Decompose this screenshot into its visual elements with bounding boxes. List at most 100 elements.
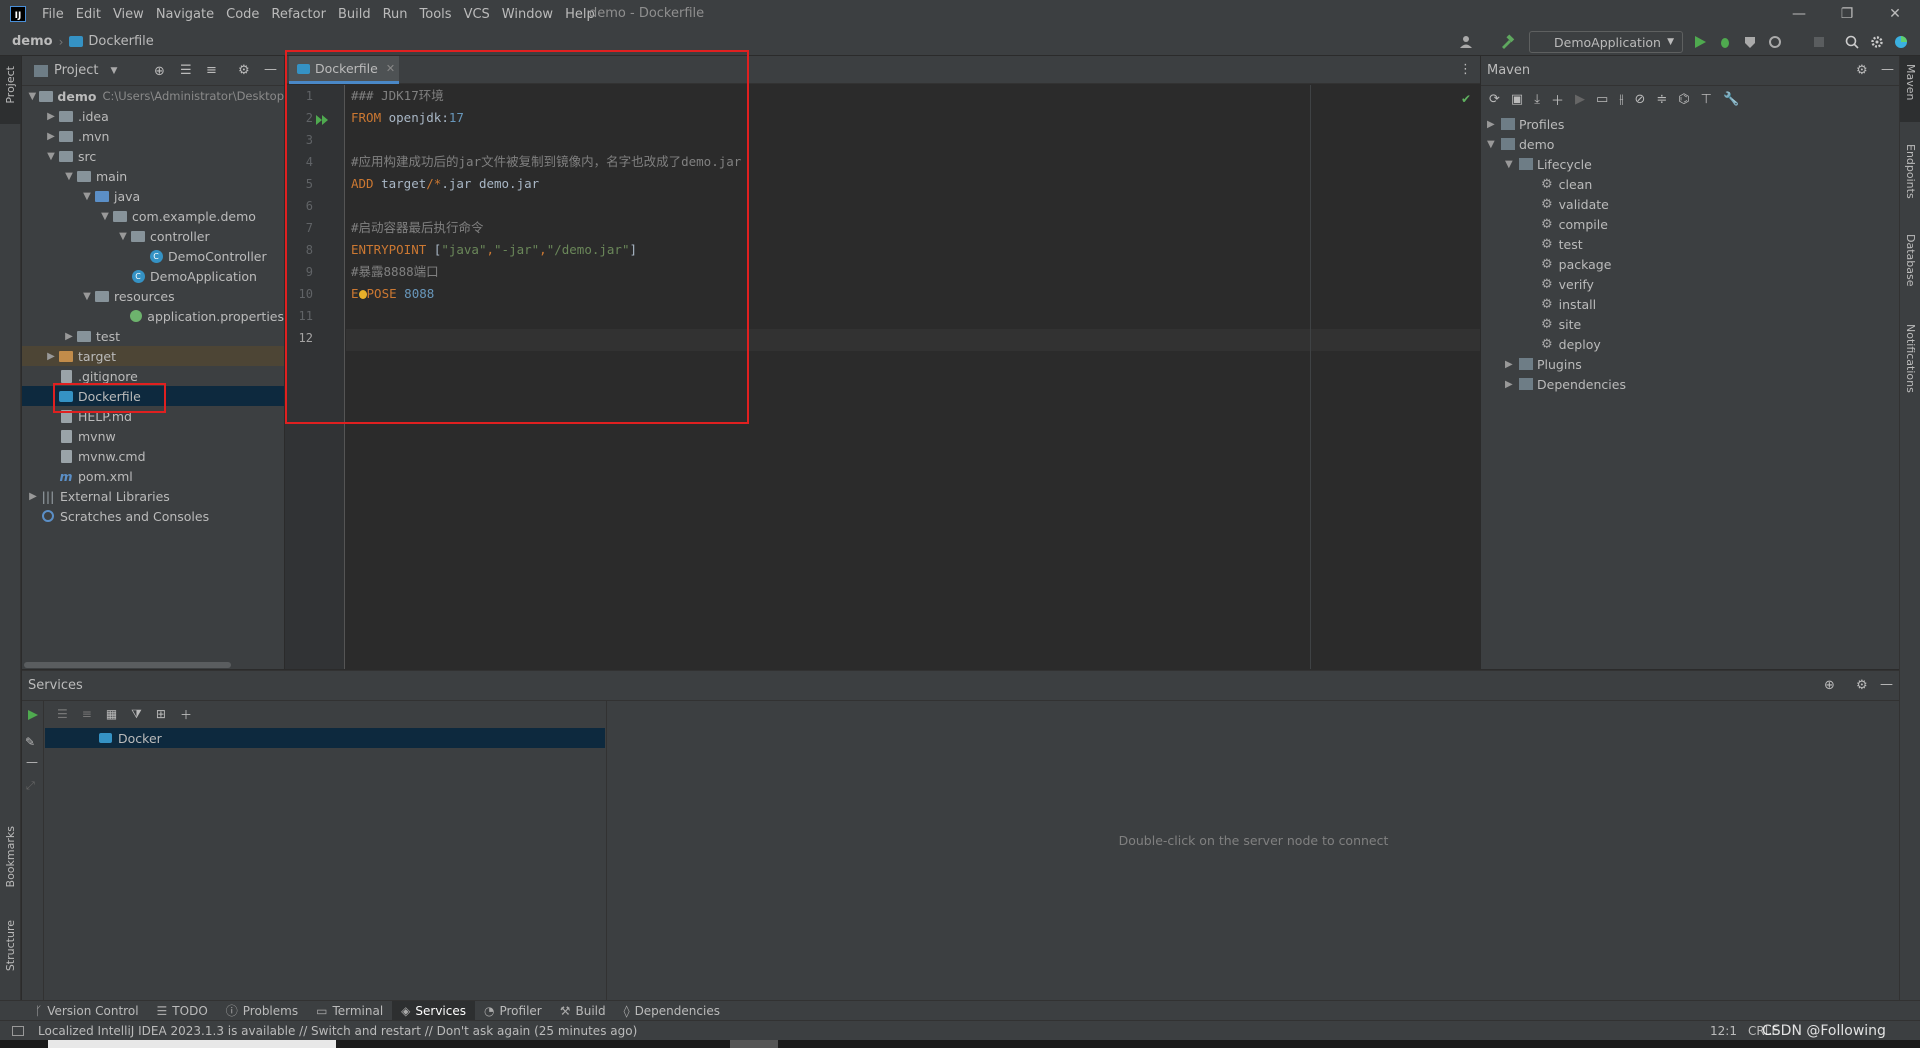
menu-build[interactable]: Build [332,7,377,22]
diagram-icon[interactable]: ⊤ [1701,92,1712,107]
tree-item-target[interactable]: ▶ target [22,346,284,366]
tab-build[interactable]: ⚒ Build [551,1001,615,1021]
tab-profiler[interactable]: ◔ Profiler [475,1001,551,1021]
collapse-all-icon[interactable]: ≑ [1656,92,1667,107]
user-icon[interactable] [1458,33,1476,51]
run-configuration-select[interactable]: DemoApplication ▼ [1529,31,1683,53]
tree-item-demo[interactable]: ▼ demo C:\Users\Administrator\Desktop [22,86,284,106]
download-sources-icon[interactable]: ⤓ [1534,92,1540,107]
menu-edit[interactable]: Edit [70,7,107,22]
maven-project-demo[interactable]: ▼ demo [1487,134,1554,154]
options-gear-icon[interactable]: ⚙ [1856,63,1868,78]
tab-version-control[interactable]: ᚴ Version Control [26,1001,148,1021]
collapse-all-icon[interactable]: ≡ [206,63,217,78]
run-icon[interactable] [27,709,39,721]
tree-item-src[interactable]: ▼ src [22,146,284,166]
tree-item-test[interactable]: ▶ test [22,326,284,346]
code-line-7[interactable]: #启动容器最后执行命令 [351,217,484,239]
more-options-icon[interactable]: ⋮ [1459,62,1472,77]
tree-item-mvnw-cmd[interactable]: mvnw.cmd [22,446,284,466]
tab-todo[interactable]: ☰ TODO [148,1001,217,1021]
menu-code[interactable]: Code [220,7,265,22]
horizontal-scrollbar[interactable] [24,662,231,668]
tree-item-gitignore[interactable]: .gitignore [22,366,284,386]
project-tool-tab[interactable]: Project [0,56,21,124]
run-icon[interactable] [1691,33,1709,51]
project-panel-title[interactable]: Project [54,63,98,78]
maven-goal-site[interactable]: ⚙ site [1541,314,1581,334]
intention-bulb-icon[interactable] [358,290,367,299]
tree-item-external-libraries[interactable]: ▶ ||| External Libraries [22,486,284,506]
tree-item-main[interactable]: ▼ main [22,166,284,186]
reload-icon[interactable]: ⟳ [1489,92,1500,107]
close-tab-icon[interactable]: ✕ [386,62,395,75]
tab-services[interactable]: ◈ Services [392,1000,475,1021]
toggle-offline-icon[interactable]: ⫲ [1619,92,1623,107]
stop-icon[interactable] [1810,33,1828,51]
code-line-2[interactable]: FROM openjdk:17 [351,107,464,129]
show-dependencies-icon[interactable]: ⌬ [1678,92,1689,107]
intellij-logo-icon[interactable]: IJ [10,6,26,22]
tree-item-mvn[interactable]: ▶ .mvn [22,126,284,146]
search-icon[interactable] [1843,33,1861,51]
tree-item-help-md[interactable]: HELP.md [22,406,284,426]
build-hammer-icon[interactable] [1498,33,1516,51]
run-goal-icon[interactable]: ▶ [1575,92,1585,107]
tab-dockerfile[interactable]: Dockerfile ✕ [289,56,399,84]
tree-item-mvnw[interactable]: mvnw [22,426,284,446]
breadcrumb-project[interactable]: demo [12,34,53,49]
menu-refactor[interactable]: Refactor [265,7,332,22]
jetbrains-ai-icon[interactable] [1892,33,1910,51]
skip-tests-icon[interactable]: ⊘ [1634,92,1645,107]
maven-goal-compile[interactable]: ⚙ compile [1541,214,1608,234]
endpoints-tool-tab[interactable]: Endpoints [1904,144,1917,199]
tab-problems[interactable]: ⓘ Problems [217,1001,307,1021]
tree-item-idea[interactable]: ▶ .idea [22,106,284,126]
database-tool-tab[interactable]: Database [1904,234,1917,287]
breadcrumb-file[interactable]: Dockerfile [88,34,153,49]
maven-tool-tab[interactable]: Maven [1900,56,1920,122]
tree-item-pom-xml[interactable]: m pom.xml [22,466,284,486]
maven-goal-test[interactable]: ⚙ test [1541,234,1583,254]
tree-item-demoapplication[interactable]: C DemoApplication [22,266,284,286]
tree-item-controller[interactable]: ▼ controller [22,226,284,246]
code-line-4[interactable]: #应用构建成功后的jar文件被复制到镜像内，名字也改成了demo.jar [351,151,741,173]
add-maven-folder-icon[interactable]: ▣ [1511,92,1523,107]
code-line-10[interactable]: #暴露8888端口 [351,261,439,283]
maven-profiles[interactable]: ▶ Profiles [1487,114,1564,134]
maven-dependencies[interactable]: ▶ Dependencies [1505,374,1626,394]
locate-file-icon[interactable]: ⊕ [154,64,165,79]
tree-item-scratches[interactable]: Scratches and Consoles [22,506,284,526]
profile-run-icon[interactable] [1766,33,1784,51]
code-line-5[interactable]: ADD target/*.jar demo.jar [351,173,539,195]
menu-file[interactable]: File [36,7,70,22]
expand-icon[interactable]: ⤢ [26,779,35,793]
execute-goal-icon[interactable]: ▭ [1596,92,1608,107]
taskbar-active-app[interactable] [730,1040,778,1048]
add-icon[interactable]: ＋ [1551,90,1564,109]
maven-goal-validate[interactable]: ⚙ validate [1541,194,1609,214]
close-window-icon[interactable]: ✕ [1872,0,1918,28]
run-gutter-icon[interactable] [315,114,331,126]
menu-navigate[interactable]: Navigate [150,7,220,22]
maven-goal-verify[interactable]: ⚙ verify [1541,274,1594,294]
options-gear-icon[interactable]: ⚙ [1856,678,1868,693]
add-service-icon[interactable]: ⊕ [1824,678,1835,693]
menu-vcs[interactable]: VCS [458,7,496,22]
maven-goal-deploy[interactable]: ⚙ deploy [1541,334,1601,354]
collapse-all-icon[interactable]: ≡ [82,707,92,721]
options-gear-icon[interactable]: ⚙ [238,63,250,78]
code-line-11[interactable]: E POSE 8088 [351,283,434,305]
expand-all-icon[interactable]: ☰ [180,63,192,78]
maven-settings-wrench-icon[interactable]: 🔧 [1723,92,1739,107]
hide-panel-icon[interactable]: — [264,62,277,77]
menu-run[interactable]: Run [377,7,414,22]
toggle-tool-windows-icon[interactable] [12,1025,24,1036]
hide-panel-icon[interactable]: — [1880,677,1893,692]
status-message[interactable]: Localized IntelliJ IDEA 2023.1.3 is avai… [38,1024,637,1038]
coverage-icon[interactable] [1741,33,1759,51]
hide-panel-icon[interactable]: — [1881,62,1894,77]
chevron-down-icon[interactable]: ▼ [110,66,117,76]
minimize-icon[interactable]: — [1776,0,1822,28]
tree-item-democontroller[interactable]: C DemoController [22,246,284,266]
